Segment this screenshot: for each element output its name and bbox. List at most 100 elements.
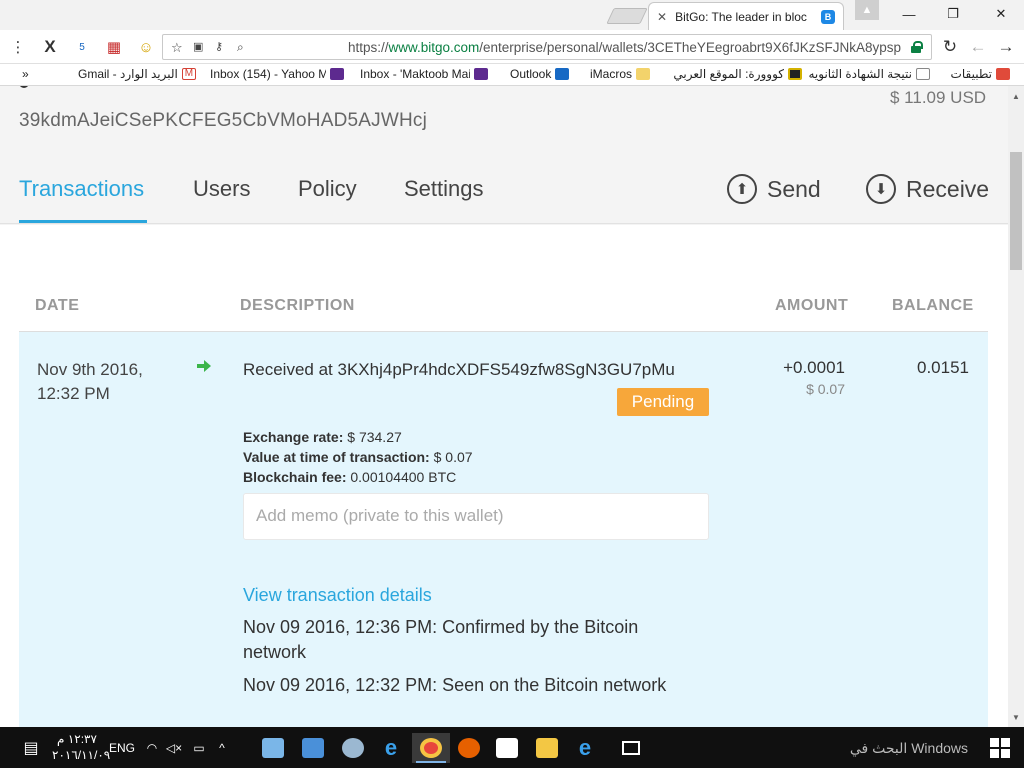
taskbar-app-1[interactable]: [254, 733, 292, 763]
task-view-icon: [622, 741, 640, 755]
tab-title: BitGo: The leader in bloc: [675, 9, 807, 24]
taskbar-explorer[interactable]: [528, 733, 566, 763]
tab-close-icon[interactable]: ✕: [657, 10, 667, 24]
page-scrollbar[interactable]: ▲ ▼: [1008, 86, 1024, 727]
tab-users[interactable]: Users: [193, 176, 250, 202]
history-confirmed: Nov 09 2016, 12:36 PM: Confirmed by the …: [243, 617, 639, 662]
blockchain-fee-label: Blockchain fee:: [243, 469, 347, 485]
restore-icon: ❐: [947, 6, 959, 21]
wallet-icon-fragment: [19, 86, 29, 88]
tab-policy[interactable]: Policy: [298, 176, 357, 202]
bookmark-label: كووورة: الموقع العربي: [673, 67, 784, 81]
tab-settings[interactable]: Settings: [404, 176, 484, 202]
taskbar-edge[interactable]: e: [566, 733, 604, 763]
wifi-icon[interactable]: ◠: [142, 733, 162, 763]
windows-start-icon[interactable]: [990, 738, 1010, 758]
taskbar-ie[interactable]: e: [372, 733, 410, 763]
reload-icon[interactable]: ↻: [940, 36, 960, 58]
address-bar[interactable]: ☆ ▣ ⚷ ⌕ https://www.bitgo.com/enterprise…: [162, 34, 932, 60]
blockchain-fee-value: 0.00104400 BTC: [350, 469, 457, 485]
browser-tab-bitgo[interactable]: ✕ BitGo: The leader in bloc B: [648, 2, 844, 30]
camera-icon[interactable]: ▣: [193, 40, 203, 53]
volume-icon[interactable]: ◁×: [164, 733, 184, 763]
browser-titlebar: ✕ ❐ — ▲ ✕ BitGo: The leader in bloc B: [0, 0, 1024, 30]
bookmark-label: نتيجة الشهادة الثانويه: [808, 67, 912, 81]
kooora-icon: [788, 68, 802, 80]
minimize-icon: —: [902, 6, 916, 22]
bookmarks-more[interactable]: »: [22, 67, 29, 81]
memo-input[interactable]: Add memo (private to this wallet): [243, 493, 709, 540]
forward-icon[interactable]: →: [996, 36, 1016, 58]
chevron-up-icon[interactable]: ^: [212, 733, 232, 763]
transaction-date: Nov 9th 2016, 12:32 PM: [37, 358, 177, 406]
window-minimize-button[interactable]: —: [886, 0, 932, 28]
arrow-down-icon: ⬇: [866, 174, 896, 204]
transactions-panel: DATE DESCRIPTION AMOUNT BALANCE Nov 9th …: [0, 225, 1008, 727]
zoom-icon[interactable]: ⌕: [237, 40, 244, 55]
scroll-up-icon[interactable]: ▲: [1008, 88, 1024, 104]
bookmark-maktoob[interactable]: Inbox - 'Maktoob Mai: [360, 67, 492, 81]
history-seen: Nov 09 2016, 12:32 PM: Seen on the Bitco…: [243, 675, 667, 695]
window-restore-button[interactable]: ❐: [930, 0, 976, 28]
wallet-address: 39kdmAJeiCSePKCFEG5CbVMoHAD5AJWHcj: [19, 110, 428, 131]
bookmark-yahoo[interactable]: Inbox (154) - Yahoo M: [210, 67, 348, 81]
window-close-button[interactable]: ✕: [978, 0, 1024, 28]
bookmark-apps[interactable]: تطبيقات: [951, 67, 1014, 81]
system-clock[interactable]: ١٢:٣٧ م ٢٠١٦/١١/٠٩: [52, 731, 110, 763]
bookmark-label: Inbox - 'Maktoob Mai: [360, 67, 470, 81]
taskbar-store[interactable]: [488, 733, 526, 763]
scroll-down-icon[interactable]: ▼: [1008, 709, 1024, 725]
view-transaction-details-link[interactable]: View transaction details: [243, 585, 432, 606]
user-icon: ▲: [861, 4, 873, 16]
taskbar-chrome[interactable]: [412, 733, 450, 763]
profile-button[interactable]: ▲: [855, 0, 879, 20]
header-description: DESCRIPTION: [240, 297, 355, 314]
close-icon: ✕: [995, 6, 1007, 21]
send-label: Send: [767, 175, 821, 202]
received-arrow-icon: [197, 360, 211, 372]
bookmark-imacros[interactable]: iMacros: [590, 67, 654, 81]
bookmark-outlook[interactable]: Outlook: [510, 67, 573, 81]
key-icon[interactable]: ⚷: [215, 40, 223, 53]
bookmark-results[interactable]: نتيجة الشهادة الثانويه: [808, 67, 934, 81]
send-button[interactable]: ⬆ Send: [727, 174, 821, 204]
secure-lock-icon[interactable]: [911, 41, 923, 53]
bitgo-wallet-page: $ 11.09 USD 39kdmAJeiCSePKCFEG5CbVMoHAD5…: [0, 86, 1008, 727]
transaction-amount: +0.0001: [783, 358, 845, 377]
header-date: DATE: [35, 297, 80, 314]
firefox-icon: [458, 738, 480, 758]
back-icon[interactable]: ←: [968, 36, 988, 58]
bookmark-star-icon[interactable]: ☆: [171, 40, 183, 56]
taskbar-app-2[interactable]: [294, 733, 332, 763]
face-extension-icon[interactable]: ☺: [136, 36, 156, 58]
new-tab-button[interactable]: [606, 8, 648, 24]
scroll-thumb[interactable]: [1010, 152, 1022, 270]
wallet-nav: Transactions Users Policy Settings ⬆ Sen…: [0, 146, 1008, 224]
tab-transactions[interactable]: Transactions: [19, 176, 144, 202]
menu-icon[interactable]: ⋮: [10, 36, 26, 58]
folder-icon: [636, 68, 651, 80]
yahoo-mail-icon: [474, 68, 488, 80]
language-indicator[interactable]: ENG: [106, 733, 138, 763]
extension-x-icon[interactable]: X: [40, 36, 60, 58]
battery-icon[interactable]: ▭: [188, 733, 210, 763]
transaction-balance: 0.0151: [917, 358, 969, 377]
header-balance: BALANCE: [892, 297, 974, 314]
bookmark-gmail[interactable]: Gmail - البريد الوارد M: [78, 67, 200, 81]
bookmark-kooora[interactable]: كووورة: الموقع العربي: [673, 67, 806, 81]
app-icon: [302, 738, 324, 758]
transaction-amount-usd: $ 0.07: [806, 381, 845, 397]
extension-5-icon[interactable]: 5: [72, 36, 92, 58]
task-view-button[interactable]: [612, 733, 650, 763]
bookmark-label: Gmail - البريد الوارد: [78, 67, 178, 81]
taskbar-app-3[interactable]: [334, 733, 372, 763]
outlook-icon: [555, 68, 570, 80]
taskbar-search-input[interactable]: البحث في Windows: [850, 740, 968, 757]
taskbar-firefox[interactable]: [450, 733, 488, 763]
receive-button[interactable]: ⬇ Receive: [866, 174, 989, 204]
url-text[interactable]: https://www.bitgo.com/enterprise/persona…: [348, 40, 901, 55]
value-at-time: Value at time of transaction: $ 0.07: [243, 449, 473, 465]
notifications-icon[interactable]: ▤: [16, 733, 46, 763]
flag-extension-icon[interactable]: ▦: [104, 36, 124, 58]
table-row[interactable]: Nov 9th 2016, 12:32 PM Received at 3KXhj…: [19, 332, 988, 727]
